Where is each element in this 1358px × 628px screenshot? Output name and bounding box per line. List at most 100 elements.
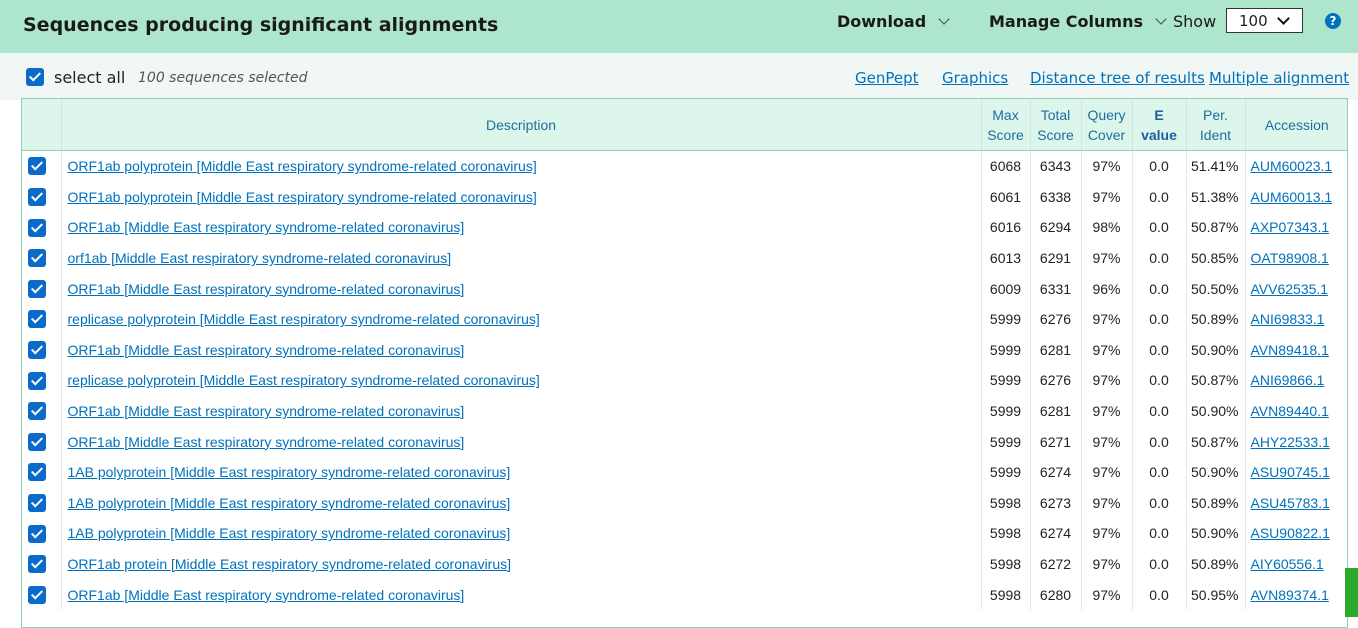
row-checkbox[interactable] [28,341,46,359]
row-checkbox[interactable] [28,310,46,329]
description-cell: 1AB polyprotein [Middle East respiratory… [61,518,982,549]
table-row: ORF1ab [Middle East respiratory syndrome… [22,426,1347,457]
description-link[interactable]: replicase polyprotein [Middle East respi… [68,372,540,388]
row-checkbox[interactable] [28,371,46,390]
description-cell: ORF1ab [Middle East respiratory syndrome… [61,395,982,427]
description-link[interactable]: 1AB polyprotein [Middle East respiratory… [68,525,511,541]
total-score-cell: 6338 [1030,181,1082,213]
row-checkbox-cell [22,426,62,457]
select-all-label[interactable]: select all [54,68,125,87]
total-score-cell: 6274 [1030,456,1082,488]
description-link[interactable]: replicase polyprotein [Middle East respi… [68,311,540,327]
accession-link[interactable]: AIY60556.1 [1251,556,1324,572]
description-link[interactable]: ORF1ab [Middle East respiratory syndrome… [68,587,465,603]
description-cell: ORF1ab polyprotein [Middle East respirat… [61,181,982,213]
total-score-column-header[interactable]: Total Score [1030,99,1082,151]
accession-cell: AXP07343.1 [1245,212,1347,243]
description-link[interactable]: 1AB polyprotein [Middle East respiratory… [68,495,511,511]
accession-link[interactable]: ANI69866.1 [1251,372,1325,388]
query-cover-cell: 96% [1081,273,1133,304]
description-link[interactable]: ORF1ab polyprotein [Middle East respirat… [68,158,537,174]
per-ident-cell: 50.89% [1186,487,1246,519]
accession-link[interactable]: AXP07343.1 [1251,219,1330,235]
row-checkbox[interactable] [28,585,46,604]
max-score-cell: 5998 [981,487,1031,519]
per-ident-column-header[interactable]: Per. Ident [1186,99,1246,151]
show-count-select[interactable]: 100 [1226,8,1303,33]
scrollbar-thumb[interactable] [1345,568,1358,617]
alignments-table: Description Max Score Total Score Query Cov… [22,99,1347,610]
row-checkbox[interactable] [28,493,46,512]
download-menu[interactable]: Download [837,12,950,31]
per-ident-cell: 50.85% [1186,242,1246,274]
help-icon[interactable]: ? [1325,13,1341,29]
accession-cell: ANI69866.1 [1245,365,1347,396]
accession-link[interactable]: AHY22533.1 [1251,434,1330,450]
table-row: replicase polyprotein [Middle East respi… [22,303,1347,335]
description-link[interactable]: ORF1ab [Middle East respiratory syndrome… [68,281,465,297]
max-score-cell: 6016 [981,212,1031,243]
table-row: ORF1ab [Middle East respiratory syndrome… [22,395,1347,427]
accession-link[interactable]: AVN89418.1 [1251,342,1329,358]
row-checkbox[interactable] [28,463,46,482]
multiple-alignment-link[interactable]: Multiple alignment [1209,69,1349,87]
query-cover-cell: 97% [1081,395,1133,427]
per-ident-cell: 50.87% [1186,212,1246,243]
max-score-column-header[interactable]: Max Score [981,99,1031,151]
description-column-header[interactable]: Description [61,99,982,151]
accession-link[interactable]: AVV62535.1 [1251,281,1329,297]
graphics-link[interactable]: Graphics [942,69,1008,87]
accession-column-header[interactable]: Accession [1245,99,1347,151]
row-checkbox[interactable] [28,432,46,451]
accession-link[interactable]: AUM60023.1 [1251,158,1333,174]
description-link[interactable]: ORF1ab [Middle East respiratory syndrome… [68,219,465,235]
row-checkbox-cell [22,242,62,274]
table-row: ORF1ab [Middle East respiratory syndrome… [22,273,1347,304]
description-link[interactable]: ORF1ab [Middle East respiratory syndrome… [68,434,465,450]
manage-columns-menu[interactable]: Manage Columns [989,12,1167,31]
description-cell: ORF1ab [Middle East respiratory syndrome… [61,426,982,457]
chevron-down-icon [938,13,950,25]
row-checkbox[interactable] [28,402,46,421]
query-cover-cell: 97% [1081,242,1133,274]
row-checkbox[interactable] [28,188,46,207]
evalue-column-header[interactable]: Evalue [1132,99,1187,151]
description-cell: ORF1ab polyprotein [Middle East respirat… [61,150,982,182]
table-row: ORF1ab protein [Middle East respiratory … [22,548,1347,580]
row-checkbox[interactable] [28,157,46,176]
genpept-link[interactable]: GenPept [855,69,919,87]
row-checkbox[interactable] [28,218,46,237]
accession-link[interactable]: AUM60013.1 [1251,189,1333,205]
row-checkbox[interactable] [28,279,46,298]
accession-link[interactable]: ANI69833.1 [1251,311,1325,327]
accession-link[interactable]: AVN89440.1 [1251,403,1329,419]
row-checkbox[interactable] [28,249,46,268]
row-checkbox-cell [22,579,62,610]
accession-link[interactable]: ASU90822.1 [1251,525,1330,541]
table-row: ORF1ab [Middle East respiratory syndrome… [22,579,1347,610]
show-label: Show [1173,12,1217,31]
download-label: Download [837,12,927,31]
accession-link[interactable]: OAT98908.1 [1251,250,1329,266]
select-all-checkbox[interactable] [26,68,44,86]
accession-link[interactable]: ASU45783.1 [1251,495,1330,511]
description-link[interactable]: ORF1ab [Middle East respiratory syndrome… [68,342,465,358]
accession-link[interactable]: AVN89374.1 [1251,587,1329,603]
table-row: 1AB polyprotein [Middle East respiratory… [22,456,1347,488]
query-cover-column-header[interactable]: Query Cover [1081,99,1133,151]
total-score-cell: 6291 [1030,242,1082,274]
row-checkbox[interactable] [28,555,46,574]
description-link[interactable]: ORF1ab protein [Middle East respiratory … [68,556,512,572]
total-score-cell: 6276 [1030,303,1082,335]
row-checkbox[interactable] [28,524,46,543]
distance-tree-link[interactable]: Distance tree of results [1030,69,1205,87]
description-link[interactable]: orf1ab [Middle East respiratory syndrome… [68,250,452,266]
description-link[interactable]: ORF1ab [Middle East respiratory syndrome… [68,403,465,419]
max-score-cell: 5998 [981,518,1031,549]
description-link[interactable]: 1AB polyprotein [Middle East respiratory… [68,464,511,480]
accession-link[interactable]: ASU90745.1 [1251,464,1330,480]
accession-cell: ANI69833.1 [1245,304,1347,335]
table-row: ORF1ab polyprotein [Middle East respirat… [22,181,1347,213]
evalue-cell: 0.0 [1132,579,1187,610]
description-link[interactable]: ORF1ab polyprotein [Middle East respirat… [68,189,537,205]
